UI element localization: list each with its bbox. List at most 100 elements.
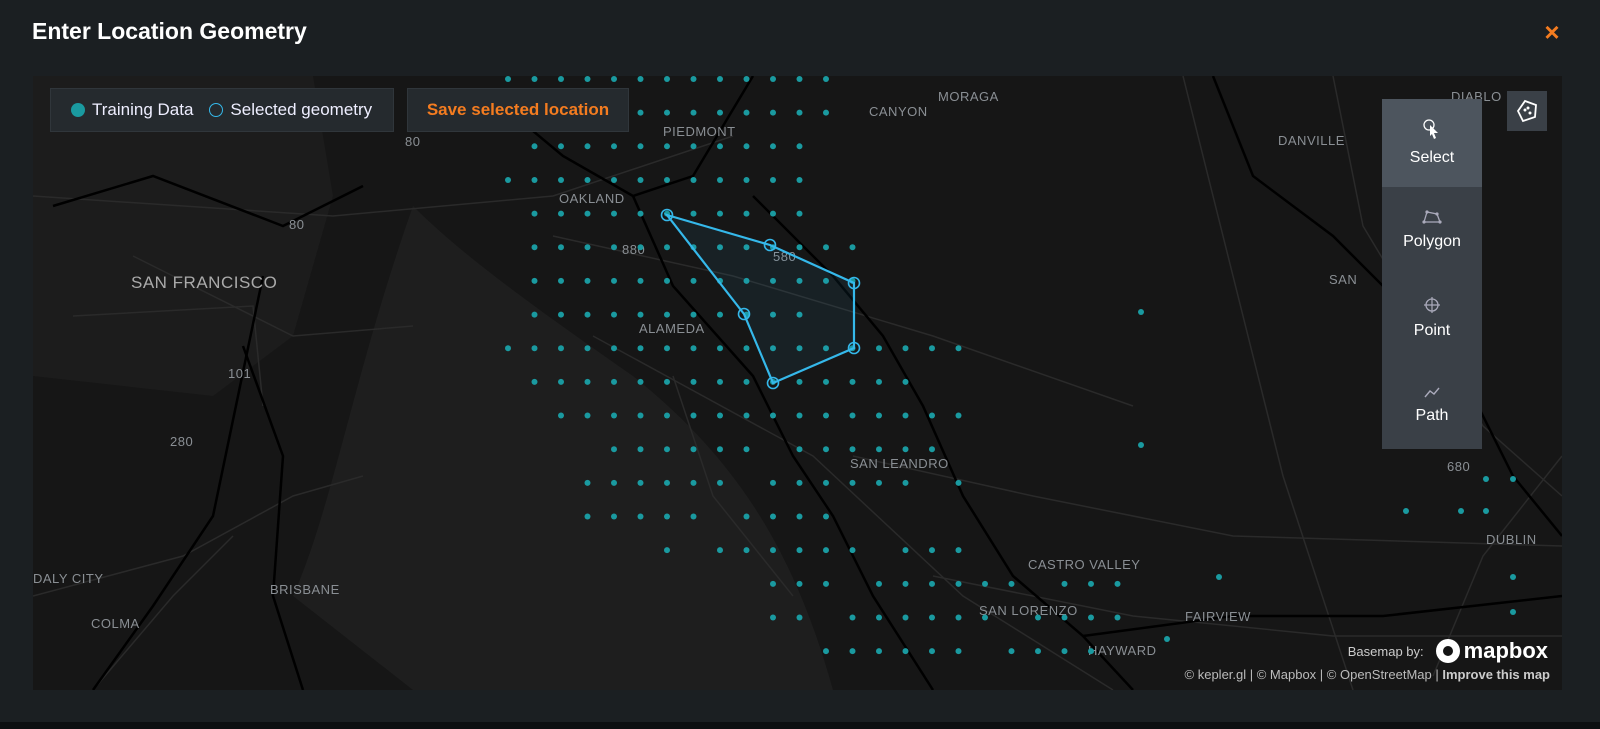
training-point <box>743 446 750 453</box>
training-point <box>584 143 591 150</box>
training-point <box>584 378 591 385</box>
training-point <box>690 378 697 385</box>
training-point <box>849 547 856 554</box>
training-point <box>796 479 803 486</box>
training-point <box>1403 508 1409 514</box>
legend-selected: Selected geometry <box>209 100 372 120</box>
path-tool-button[interactable]: Path <box>1382 362 1482 450</box>
training-point <box>796 580 803 587</box>
training-point <box>796 513 803 520</box>
training-point <box>664 176 670 183</box>
training-point <box>690 446 697 453</box>
training-point <box>929 547 935 554</box>
training-point <box>531 277 538 284</box>
training-point <box>955 479 962 486</box>
training-point <box>823 412 829 419</box>
training-point <box>743 143 750 150</box>
training-point <box>637 210 644 217</box>
training-point <box>558 176 564 183</box>
point-tool-button[interactable]: Point <box>1382 274 1482 362</box>
training-point <box>690 412 697 419</box>
training-point <box>955 412 962 419</box>
training-point <box>611 210 617 217</box>
training-point <box>743 513 750 520</box>
training-point <box>982 580 988 587</box>
training-point <box>770 176 776 183</box>
close-icon[interactable]: × <box>1540 19 1564 45</box>
training-point <box>558 210 564 217</box>
training-point <box>584 513 591 520</box>
training-point <box>531 143 538 150</box>
path-icon <box>1424 387 1440 398</box>
training-point <box>876 345 882 352</box>
map-draw-icon <box>1516 99 1537 123</box>
basemap-by-label: Basemap by: <box>1347 643 1424 659</box>
training-point <box>770 614 776 621</box>
training-point <box>717 345 723 352</box>
training-point <box>505 76 511 82</box>
training-point <box>664 378 670 385</box>
training-point <box>796 614 803 621</box>
crosshair-icon <box>1424 296 1440 313</box>
training-point <box>584 345 591 352</box>
training-point <box>1138 309 1144 315</box>
map-layer-button[interactable] <box>1507 91 1547 131</box>
training-point <box>823 378 829 385</box>
training-point <box>955 648 962 655</box>
training-point <box>690 143 697 150</box>
mapbox-logo[interactable]: mapbox <box>1435 638 1548 664</box>
training-point <box>690 513 697 520</box>
training-point <box>796 210 803 217</box>
training-point <box>743 76 750 82</box>
training-point <box>717 143 723 150</box>
training-point <box>531 311 538 318</box>
improve-map-link[interactable]: Improve this map <box>1442 667 1550 682</box>
training-point <box>611 311 617 318</box>
training-point <box>929 648 935 655</box>
training-point <box>611 378 617 385</box>
training-point <box>876 378 882 385</box>
training-point <box>558 143 564 150</box>
training-point <box>664 479 670 486</box>
training-point <box>717 378 723 385</box>
training-point <box>743 345 750 352</box>
modal-title: Enter Location Geometry <box>32 18 307 44</box>
training-point <box>743 210 750 217</box>
legend-selected-label: Selected geometry <box>230 100 373 119</box>
training-point <box>902 614 909 621</box>
mapbox-label: mapbox <box>1463 638 1548 663</box>
selected-polygon[interactable] <box>664 212 856 385</box>
training-point <box>664 143 670 150</box>
training-point <box>1483 508 1489 514</box>
attribution-credits: © kepler.gl | © Mapbox | © OpenStreetMap… <box>1184 667 1443 682</box>
training-point <box>876 446 882 453</box>
training-point <box>955 580 962 587</box>
training-point <box>1088 580 1094 587</box>
save-location-button[interactable]: Save selected location <box>407 88 629 132</box>
training-point <box>743 547 750 554</box>
training-point <box>611 176 617 183</box>
polygon-tool-button[interactable]: Polygon <box>1382 187 1482 275</box>
training-point <box>558 244 564 251</box>
select-tool-label: Select <box>1409 148 1455 166</box>
training-point <box>505 176 511 183</box>
training-point <box>637 513 644 520</box>
select-tool-button[interactable]: Select <box>1382 99 1482 187</box>
training-point <box>664 76 670 82</box>
training-point <box>611 143 617 150</box>
training-point <box>664 109 670 116</box>
training-point <box>876 479 882 486</box>
map-canvas[interactable]: MORAGA CANYON PIEDMONT DANVILLE DIABLO O… <box>33 76 1562 690</box>
training-point <box>717 176 723 183</box>
modal-footer-strip <box>0 722 1600 729</box>
training-point <box>823 648 829 655</box>
training-point <box>955 614 962 621</box>
polygon-icon <box>1422 210 1442 224</box>
training-point <box>796 547 803 554</box>
training-point <box>1035 648 1041 655</box>
training-point <box>849 412 856 419</box>
training-point <box>1510 476 1516 482</box>
training-point <box>690 210 697 217</box>
training-point <box>637 479 644 486</box>
training-point <box>849 378 856 385</box>
